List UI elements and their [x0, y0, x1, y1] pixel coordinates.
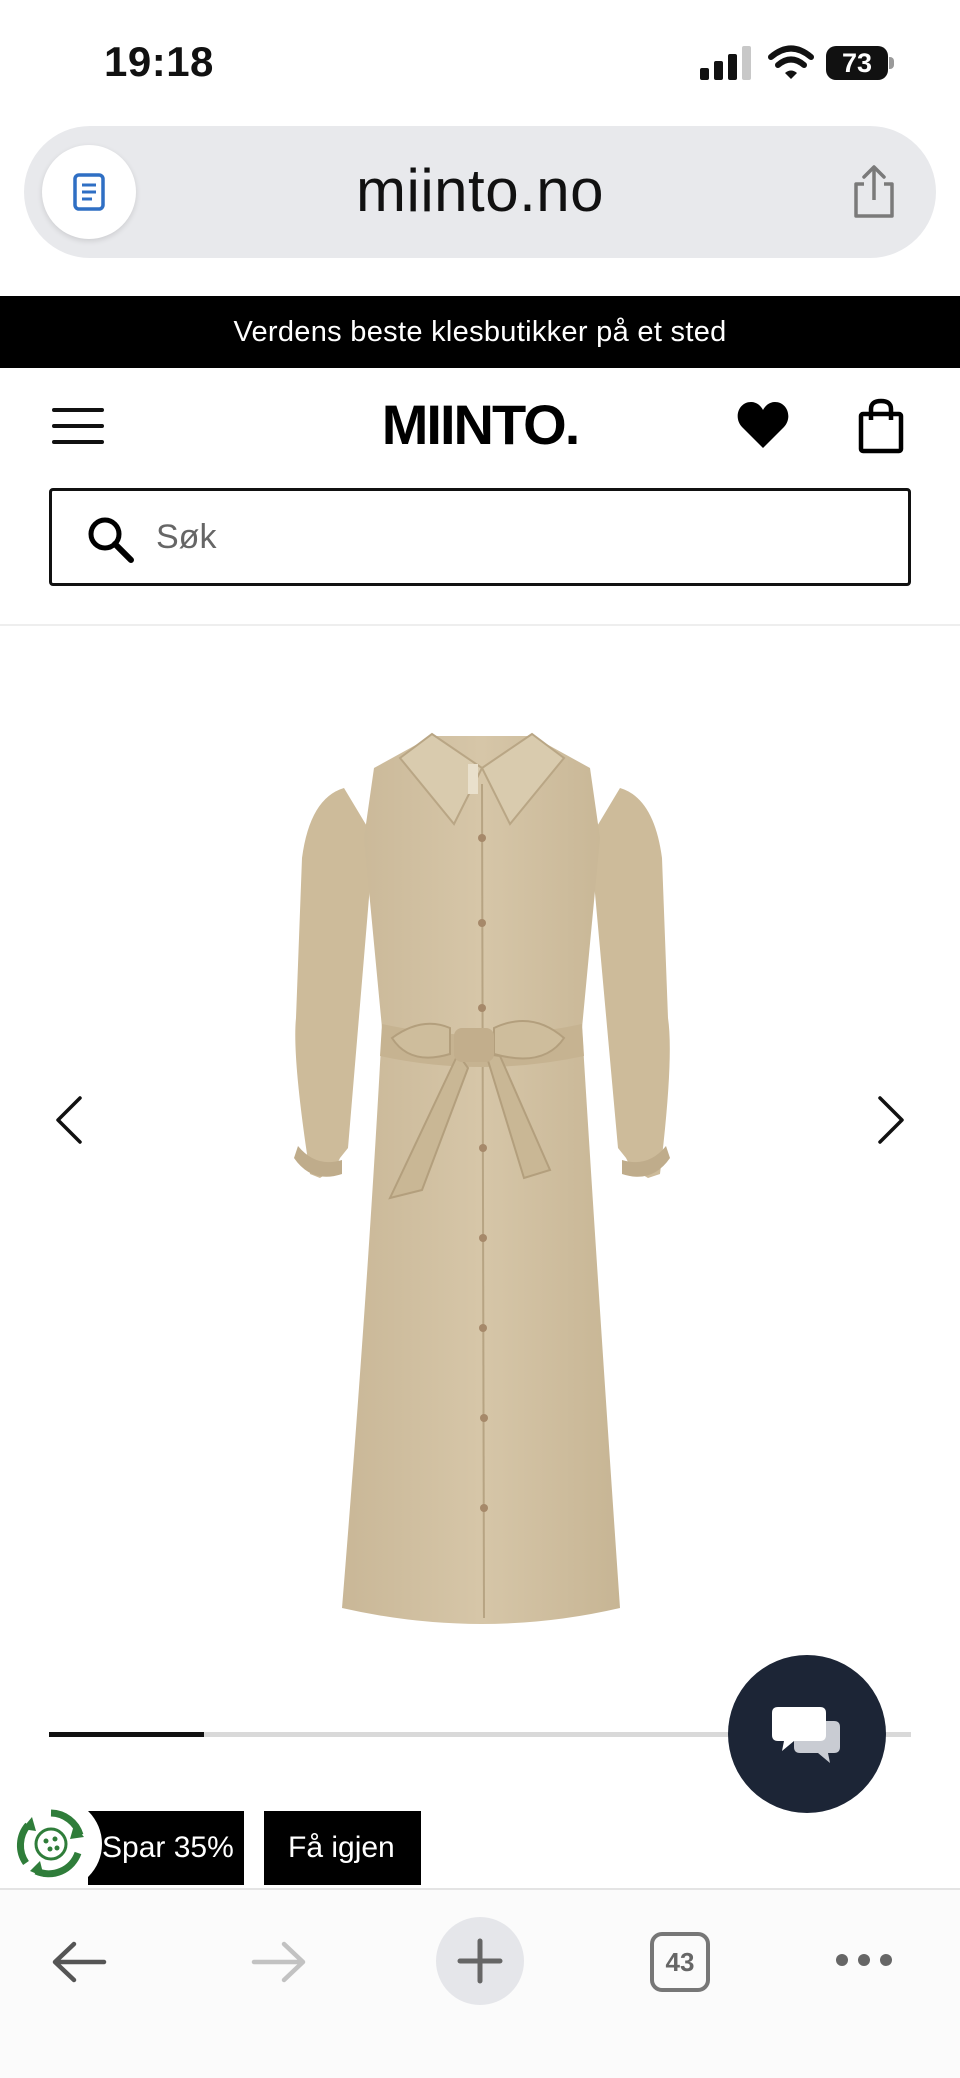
battery-level: 73	[826, 46, 888, 80]
product-image-carousel[interactable]	[0, 628, 960, 1708]
back-arrow-icon[interactable]	[50, 1940, 108, 1984]
divider	[0, 624, 960, 626]
plus-icon	[457, 1938, 503, 1984]
more-options-icon[interactable]	[834, 1952, 894, 1968]
cashback-tag: Få igjen	[264, 1811, 421, 1885]
status-time: 19:18	[104, 38, 214, 85]
browser-toolbar: 43	[0, 1888, 960, 2078]
promo-banner: Verdens beste klesbutikker på et sted	[0, 296, 960, 368]
share-icon[interactable]	[846, 164, 902, 220]
address-bar[interactable]: miinto.no	[24, 126, 936, 258]
tab-count-button[interactable]: 43	[650, 1932, 710, 1992]
status-bar: 19:18 73	[0, 0, 960, 120]
heart-icon[interactable]	[736, 400, 790, 450]
search-input[interactable]	[156, 511, 856, 563]
site-header: MIINTO.	[0, 368, 960, 484]
recycle-leaf-icon	[16, 1809, 84, 1878]
product-image	[294, 732, 670, 1624]
shopping-bag-icon[interactable]	[858, 398, 904, 454]
search-icon	[88, 517, 134, 563]
chevron-left-icon[interactable]	[52, 1094, 86, 1146]
chat-bubbles-icon	[772, 1707, 840, 1763]
chat-button[interactable]	[728, 1655, 886, 1813]
wifi-icon	[768, 45, 814, 79]
url-text[interactable]: miinto.no	[24, 156, 936, 225]
chevron-right-icon[interactable]	[874, 1094, 908, 1146]
search-box[interactable]	[49, 488, 911, 586]
signal-icon	[700, 46, 751, 80]
battery-icon: 73	[826, 46, 894, 80]
carousel-progress-fill	[49, 1732, 205, 1737]
new-tab-button[interactable]	[436, 1917, 524, 2005]
forward-arrow-icon[interactable]	[250, 1940, 308, 1984]
discount-tag: Spar 35%	[88, 1811, 244, 1885]
site-logo[interactable]: MIINTO.	[0, 392, 960, 457]
sustainability-badge[interactable]	[0, 1798, 102, 1890]
